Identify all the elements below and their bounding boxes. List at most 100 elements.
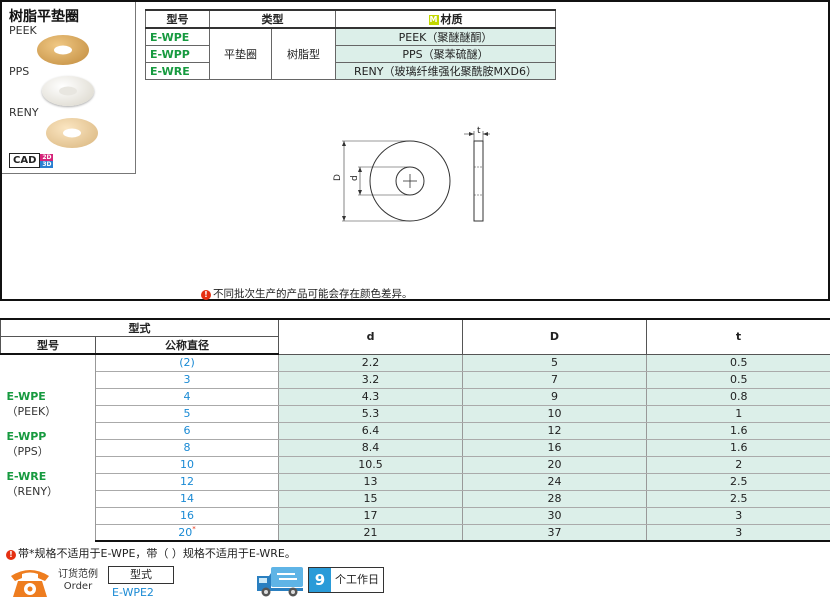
header-code: 型号 bbox=[0, 336, 96, 355]
order-example-label: 订货范例 Order bbox=[58, 569, 98, 592]
material-badge-icon: M bbox=[428, 15, 439, 25]
t-cell: 0.8 bbox=[646, 388, 830, 406]
t-cell: 1 bbox=[646, 405, 830, 423]
nominal-diameter-cell[interactable]: 6 bbox=[95, 422, 279, 440]
spec-table: 型号 类型 M 材质 E-WPE 平垫圈 树脂型 PEEK（聚醚醚酮） E-WPP… bbox=[145, 9, 556, 80]
spec-header-code: 型号 bbox=[145, 9, 210, 29]
D-cell: 12 bbox=[462, 422, 647, 440]
header-d: d bbox=[278, 318, 463, 355]
D-cell: 24 bbox=[462, 473, 647, 491]
series-code-e-wre[interactable]: E-WRE bbox=[7, 470, 96, 483]
header-nominal-diameter: 公称直径 bbox=[95, 336, 279, 355]
d-cell: 21 bbox=[278, 524, 463, 542]
product-title: 树脂平垫圈 bbox=[9, 9, 79, 25]
table-row: 16 17 30 3 bbox=[1, 507, 830, 525]
order-example-code[interactable]: E-WPE2 bbox=[112, 586, 154, 599]
d-cell: 5.3 bbox=[278, 405, 463, 423]
series-material-peek: （PEEK） bbox=[6, 405, 57, 418]
table-row: 20* 21 37 3 bbox=[1, 524, 830, 542]
warning-icon: ! bbox=[6, 550, 16, 560]
D-cell: 5 bbox=[462, 354, 647, 372]
nominal-diameter-cell[interactable]: 12 bbox=[95, 473, 279, 491]
d-cell: 2.2 bbox=[278, 354, 463, 372]
cad-2d-icon: 2D bbox=[40, 153, 54, 161]
header-t: t bbox=[646, 318, 830, 355]
table-row: 14 15 28 2.5 bbox=[1, 490, 830, 508]
dim-label-D: D bbox=[333, 174, 343, 181]
d-cell: 17 bbox=[278, 507, 463, 525]
material-label-peek: PEEK bbox=[9, 24, 37, 37]
washer-dimension-drawing: D d t bbox=[333, 126, 490, 222]
nominal-diameter-cell[interactable]: 10 bbox=[95, 456, 279, 474]
t-cell: 1.6 bbox=[646, 439, 830, 457]
spec-header-type: 类型 bbox=[209, 9, 336, 29]
D-cell: 30 bbox=[462, 507, 647, 525]
catalog-page: 树脂平垫圈 PEEK PPS RENY CAD 2D 3D 型号 类型 M 材质… bbox=[0, 0, 830, 606]
delivery-days-unit: 个工作日 bbox=[331, 568, 383, 592]
t-cell: 2.5 bbox=[646, 473, 830, 491]
product-overview-panel: 树脂平垫圈 PEEK PPS RENY CAD 2D 3D 型号 类型 M 材质… bbox=[0, 0, 830, 301]
t-cell: 2.5 bbox=[646, 490, 830, 508]
delivery-truck-icon bbox=[257, 567, 303, 597]
nominal-diameter-cell[interactable]: 3 bbox=[95, 371, 279, 389]
t-cell: 3 bbox=[646, 524, 830, 542]
d-cell: 6.4 bbox=[278, 422, 463, 440]
nominal-diameter-cell[interactable]: 14 bbox=[95, 490, 279, 508]
d-cell: 3.2 bbox=[278, 371, 463, 389]
spec-type-resin: 树脂型 bbox=[271, 27, 336, 80]
D-cell: 37 bbox=[462, 524, 647, 542]
order-type-box: 型式 bbox=[108, 566, 174, 584]
table-row: 8 8.4 16 1.6 bbox=[1, 439, 830, 457]
series-material-pps: （PPS） bbox=[6, 445, 49, 458]
material-label-reny: RENY bbox=[9, 106, 39, 119]
d-cell: 10.5 bbox=[278, 456, 463, 474]
series-code-e-wpe[interactable]: E-WPE bbox=[7, 390, 96, 403]
nominal-diameter-cell[interactable]: (2) bbox=[95, 354, 279, 372]
spec-code[interactable]: E-WRE bbox=[145, 62, 210, 80]
d-cell: 13 bbox=[278, 473, 463, 491]
phone-icon bbox=[11, 570, 49, 597]
spec-row: E-WRE RENY（玻璃纤维强化聚酰胺MXD6） bbox=[145, 62, 556, 80]
size-table: 型式 d D t 型号 公称直径 E-WPE （PEEK） E-WPP （PPS… bbox=[0, 318, 830, 542]
table-row: E-WPE （PEEK） E-WPP （PPS） E-WRE （RENY） (2… bbox=[0, 354, 830, 541]
spec-row: E-WPP PPS（聚苯硫醚） bbox=[145, 45, 556, 63]
exclusion-star-mark: * bbox=[192, 525, 196, 534]
header-type-group: 型式 bbox=[0, 318, 279, 337]
D-cell: 10 bbox=[462, 405, 647, 423]
warning-icon: ! bbox=[201, 290, 211, 300]
table-row: 6 6.4 12 1.6 bbox=[1, 422, 830, 440]
spec-code[interactable]: E-WPP bbox=[145, 45, 210, 63]
D-cell: 7 bbox=[462, 371, 647, 389]
dim-label-t: t bbox=[477, 126, 481, 136]
dim-label-d: d bbox=[350, 175, 360, 181]
nominal-diameter-cell[interactable]: 16 bbox=[95, 507, 279, 525]
spec-material: PEEK（聚醚醚酮） bbox=[335, 27, 556, 46]
t-cell: 2 bbox=[646, 456, 830, 474]
cad-badge[interactable]: CAD 2D 3D bbox=[9, 153, 54, 168]
series-code-e-wpp[interactable]: E-WPP bbox=[7, 430, 96, 443]
spec-material: RENY（玻璃纤维强化聚酰胺MXD6） bbox=[335, 62, 556, 80]
table-row: 3 3.2 7 0.5 bbox=[1, 371, 830, 389]
D-cell: 16 bbox=[462, 439, 647, 457]
spec-code[interactable]: E-WPE bbox=[145, 27, 210, 46]
pps-washer-image bbox=[42, 76, 94, 106]
series-material-reny: （RENY） bbox=[6, 485, 59, 498]
header-D: D bbox=[462, 318, 647, 355]
nominal-diameter-cell[interactable]: 5 bbox=[95, 405, 279, 423]
spec-material: PPS（聚苯硫醚） bbox=[335, 45, 556, 63]
D-cell: 20 bbox=[462, 456, 647, 474]
t-cell: 3 bbox=[646, 507, 830, 525]
color-variation-note: ! 不同批次生产的产品可能会存在颜色差异。 bbox=[201, 286, 413, 301]
table-row: 5 5.3 10 1 bbox=[1, 405, 830, 423]
t-cell: 1.6 bbox=[646, 422, 830, 440]
spec-type-washer: 平垫圈 bbox=[209, 27, 272, 80]
cad-3d-icon: 3D bbox=[40, 160, 54, 168]
d-cell: 8.4 bbox=[278, 439, 463, 457]
D-cell: 9 bbox=[462, 388, 647, 406]
nominal-diameter-cell[interactable]: 8 bbox=[95, 439, 279, 457]
spec-row: E-WPE 平垫圈 树脂型 PEEK（聚醚醚酮） bbox=[145, 27, 556, 80]
nominal-diameter-cell[interactable]: 4 bbox=[95, 388, 279, 406]
nominal-diameter-cell[interactable]: 20* bbox=[95, 524, 279, 542]
product-image-box: 树脂平垫圈 PEEK PPS RENY CAD 2D 3D bbox=[2, 2, 136, 174]
size-exclusion-note: ! 带*规格不适用于E-WPE，带（ ）规格不适用于E-WRE。 bbox=[6, 545, 296, 561]
